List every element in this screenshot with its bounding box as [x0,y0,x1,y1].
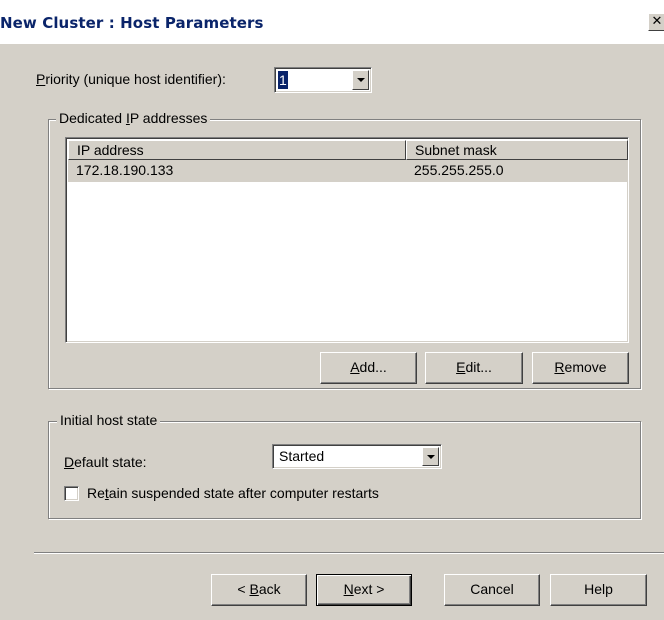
cancel-button[interactable]: Cancel [444,574,540,606]
subnet-mask-cell: 255.255.255.0 [414,162,504,178]
help-button[interactable]: Help [550,574,647,606]
next-button[interactable]: Next > [316,574,412,606]
add-button[interactable]: Add... [320,352,417,384]
priority-combobox[interactable]: 1 [274,67,372,93]
remove-button[interactable]: Remove [532,352,629,384]
default-state-dropdown-button[interactable] [422,447,439,466]
edit-button[interactable]: Edit... [425,352,523,384]
default-state-combobox[interactable]: Started [272,444,442,469]
priority-value: 1 [278,71,288,89]
footer-separator [34,552,664,554]
ip-address-list[interactable]: IP address Subnet mask 172.18.190.133 25… [65,137,629,343]
initial-host-state-group-title: Initial host state [57,412,161,428]
title-bar: New Cluster : Host Parameters ✕ [0,0,664,44]
retain-suspended-checkbox[interactable] [64,486,79,501]
close-button[interactable]: ✕ [648,13,664,31]
priority-label: Priority (unique host identifier): [36,71,226,87]
column-header-subnet-mask[interactable]: Subnet mask [406,140,628,160]
default-state-value: Started [279,448,325,464]
retain-suspended-label[interactable]: Retain suspended state after computer re… [87,485,379,501]
column-header-ip-address[interactable]: IP address [68,140,406,160]
table-row[interactable]: 172.18.190.133 255.255.255.0 [68,160,628,182]
dedicated-ip-group-title: Dedicated IP addresses [56,110,211,126]
priority-dropdown-button[interactable] [352,70,369,90]
back-button[interactable]: < Back [211,574,307,606]
initial-host-state-group [48,421,641,519]
default-state-label: Default state: [64,454,147,470]
close-icon: ✕ [651,14,663,29]
ip-address-cell: 172.18.190.133 [76,162,174,178]
window-title: New Cluster : Host Parameters [0,14,264,32]
